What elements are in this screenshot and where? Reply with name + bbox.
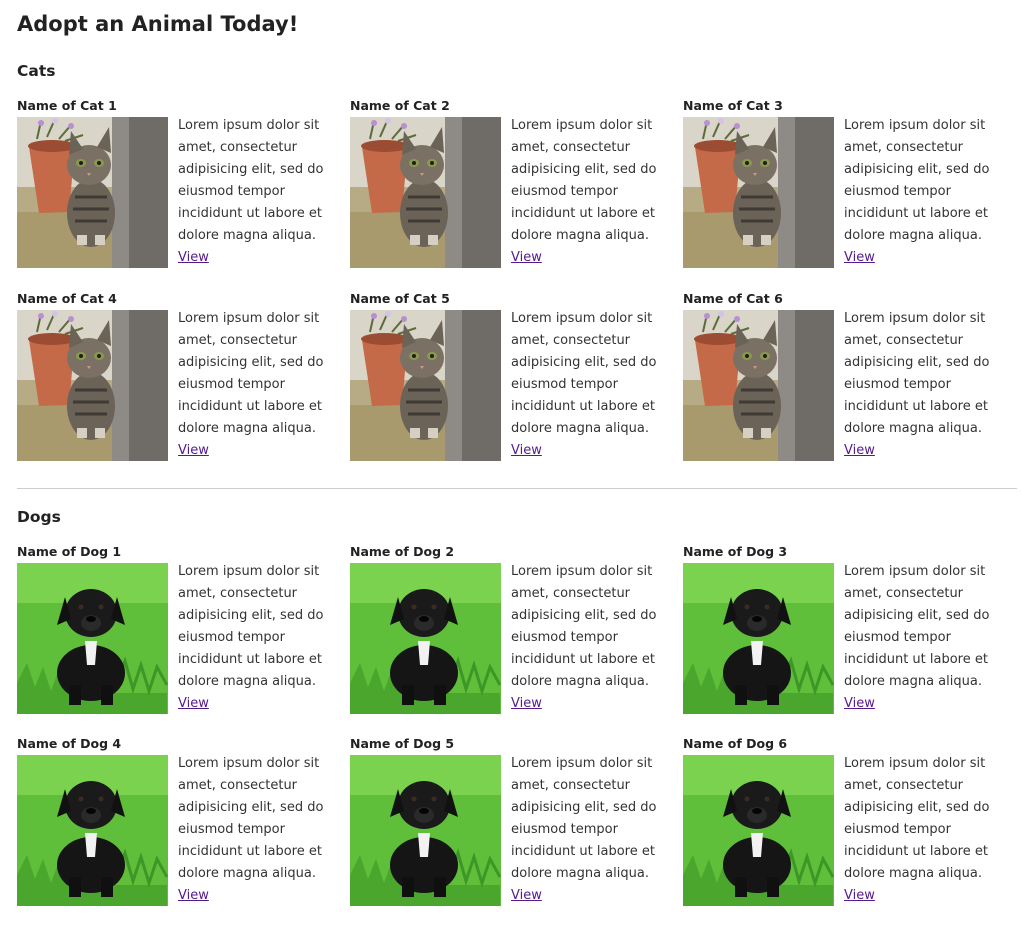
dog-description: Lorem ipsum dolor sit amet, consectetur … <box>844 753 1004 907</box>
cat-card: Name of Cat 5 Lorem ipsum dolor sit amet… <box>350 291 670 466</box>
cat-description-text: Lorem ipsum dolor sit amet, consectetur … <box>511 118 657 243</box>
dog-description: Lorem ipsum dolor sit amet, consectetur … <box>844 561 1004 715</box>
dog-description-text: Lorem ipsum dolor sit amet, consectetur … <box>178 564 324 689</box>
cat-card: Name of Cat 4 Lorem ipsum dolor sit amet… <box>17 291 337 466</box>
cat-photo <box>17 310 168 461</box>
dog-description: Lorem ipsum dolor sit amet, consectetur … <box>178 561 338 715</box>
cat-photo <box>683 117 834 268</box>
dog-name: Name of Dog 3 <box>683 544 788 559</box>
cat-description: Lorem ipsum dolor sit amet, consectetur … <box>178 115 338 269</box>
dog-photo <box>683 563 834 714</box>
cat-description-text: Lorem ipsum dolor sit amet, consectetur … <box>178 118 324 243</box>
dog-card: Name of Dog 1 Lorem ipsum dolor sit amet… <box>17 544 337 719</box>
dog-name: Name of Dog 5 <box>350 736 455 751</box>
cat-view-link[interactable]: View <box>511 440 542 462</box>
dog-photo <box>683 755 834 906</box>
cat-name: Name of Cat 1 <box>17 98 117 113</box>
dog-name: Name of Dog 1 <box>17 544 122 559</box>
cat-photo <box>350 117 501 268</box>
dogs-section-title: Dogs <box>17 508 61 526</box>
dog-description: Lorem ipsum dolor sit amet, consectetur … <box>511 753 671 907</box>
cat-card: Name of Cat 6 Lorem ipsum dolor sit amet… <box>683 291 1003 466</box>
cat-photo <box>350 310 501 461</box>
dog-card: Name of Dog 4 Lorem ipsum dolor sit amet… <box>17 736 337 911</box>
dog-photo <box>350 755 501 906</box>
cat-description: Lorem ipsum dolor sit amet, consectetur … <box>844 308 1004 462</box>
dog-description-text: Lorem ipsum dolor sit amet, consectetur … <box>844 756 990 881</box>
dog-description: Lorem ipsum dolor sit amet, consectetur … <box>511 561 671 715</box>
cat-photo <box>17 117 168 268</box>
dog-card: Name of Dog 6 Lorem ipsum dolor sit amet… <box>683 736 1003 911</box>
dog-name: Name of Dog 4 <box>17 736 122 751</box>
cat-name: Name of Cat 2 <box>350 98 450 113</box>
cat-photo <box>683 310 834 461</box>
cat-view-link[interactable]: View <box>178 440 209 462</box>
cat-card: Name of Cat 2 Lorem ipsum dolor sit amet… <box>350 98 670 273</box>
cat-description: Lorem ipsum dolor sit amet, consectetur … <box>511 308 671 462</box>
cat-view-link[interactable]: View <box>178 247 209 269</box>
cat-description: Lorem ipsum dolor sit amet, consectetur … <box>511 115 671 269</box>
dog-card: Name of Dog 3 Lorem ipsum dolor sit amet… <box>683 544 1003 719</box>
cats-section-title: Cats <box>17 62 56 80</box>
dog-description-text: Lorem ipsum dolor sit amet, consectetur … <box>511 756 657 881</box>
cat-description-text: Lorem ipsum dolor sit amet, consectetur … <box>844 118 990 243</box>
page-title: Adopt an Animal Today! <box>17 12 299 36</box>
dog-photo <box>17 563 168 714</box>
dog-view-link[interactable]: View <box>511 693 542 715</box>
cat-view-link[interactable]: View <box>844 440 875 462</box>
cat-description-text: Lorem ipsum dolor sit amet, consectetur … <box>178 311 324 436</box>
cat-view-link[interactable]: View <box>844 247 875 269</box>
cat-view-link[interactable]: View <box>511 247 542 269</box>
dog-description: Lorem ipsum dolor sit amet, consectetur … <box>178 753 338 907</box>
dog-name: Name of Dog 6 <box>683 736 788 751</box>
cat-description: Lorem ipsum dolor sit amet, consectetur … <box>844 115 1004 269</box>
cat-description-text: Lorem ipsum dolor sit amet, consectetur … <box>511 311 657 436</box>
dog-view-link[interactable]: View <box>844 885 875 907</box>
dog-view-link[interactable]: View <box>844 693 875 715</box>
cat-name: Name of Cat 3 <box>683 98 783 113</box>
dog-view-link[interactable]: View <box>178 885 209 907</box>
dog-view-link[interactable]: View <box>178 693 209 715</box>
dog-card: Name of Dog 5 Lorem ipsum dolor sit amet… <box>350 736 670 911</box>
dog-name: Name of Dog 2 <box>350 544 455 559</box>
dog-card: Name of Dog 2 Lorem ipsum dolor sit amet… <box>350 544 670 719</box>
dog-photo <box>17 755 168 906</box>
cat-card: Name of Cat 3 Lorem ipsum dolor sit amet… <box>683 98 1003 273</box>
dog-view-link[interactable]: View <box>511 885 542 907</box>
cat-description-text: Lorem ipsum dolor sit amet, consectetur … <box>844 311 990 436</box>
cat-description: Lorem ipsum dolor sit amet, consectetur … <box>178 308 338 462</box>
dog-description-text: Lorem ipsum dolor sit amet, consectetur … <box>511 564 657 689</box>
dog-description-text: Lorem ipsum dolor sit amet, consectetur … <box>844 564 990 689</box>
dog-description-text: Lorem ipsum dolor sit amet, consectetur … <box>178 756 324 881</box>
section-divider <box>17 488 1017 489</box>
cat-name: Name of Cat 5 <box>350 291 450 306</box>
cat-name: Name of Cat 4 <box>17 291 117 306</box>
cat-card: Name of Cat 1 Lorem ipsum dolor sit amet… <box>17 98 337 273</box>
dog-photo <box>350 563 501 714</box>
cat-name: Name of Cat 6 <box>683 291 783 306</box>
